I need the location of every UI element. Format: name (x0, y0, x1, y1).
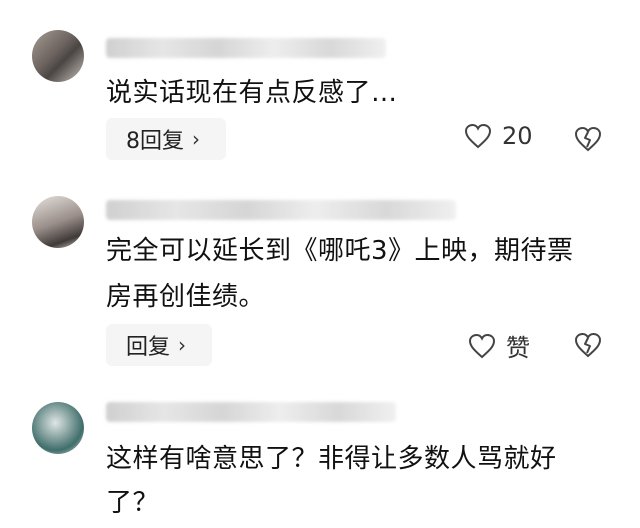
reply-label: 8回复 (126, 129, 184, 154)
like-label: 赞 (506, 334, 530, 362)
comment-text-line: 这样有啥意思了？非得让多数人骂就好 (106, 444, 557, 474)
broken-heart-icon[interactable] (574, 332, 602, 362)
like-button[interactable]: 赞 (468, 328, 530, 363)
avatar[interactable] (32, 30, 84, 82)
broken-heart-icon[interactable] (574, 126, 602, 156)
comment-text-line: 完全可以延长到《哪吒3》上映，期待票 (106, 236, 574, 266)
reply-button[interactable]: 回复 › (106, 324, 212, 366)
like-button[interactable]: 20 (464, 122, 533, 150)
username-blurred[interactable] (106, 200, 456, 220)
chevron-right-icon: › (192, 127, 200, 151)
heart-outline-icon (468, 333, 496, 359)
comment-text-line: 了？ (106, 488, 160, 518)
reply-label: 回复 (126, 335, 171, 360)
avatar[interactable] (32, 402, 84, 454)
comment-text-line: 房再创佳绩。 (106, 282, 266, 312)
heart-outline-icon (464, 123, 492, 149)
chevron-right-icon: › (178, 333, 187, 357)
comment-text: 说实话现在有点反感了… (106, 78, 398, 108)
username-blurred[interactable] (106, 402, 396, 422)
avatar[interactable] (32, 196, 84, 248)
like-count: 20 (502, 122, 533, 150)
view-replies-button[interactable]: 8回复 › (106, 118, 226, 160)
username-blurred[interactable] (106, 38, 386, 58)
